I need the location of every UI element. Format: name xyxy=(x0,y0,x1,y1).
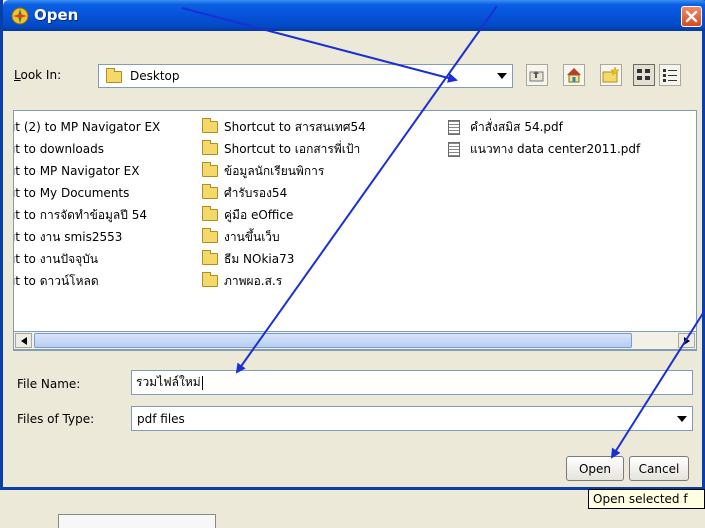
look-in-text: Look In: xyxy=(14,68,62,82)
window-title: Open xyxy=(34,6,79,24)
java-cup-icon xyxy=(11,7,29,25)
list-item[interactable]: ธีม NOkia73 xyxy=(202,248,366,270)
folder-icon xyxy=(202,228,218,243)
chevron-left-icon xyxy=(20,336,27,345)
list-item-label: tut to ดาวน์โหลด xyxy=(14,273,99,288)
look-in-combo[interactable]: Desktop xyxy=(98,64,513,88)
list-item[interactable]: tut to ดาวน์โหลด xyxy=(14,270,160,292)
cancel-button-label: Cancel xyxy=(638,461,680,476)
list-item[interactable]: tut to MP Navigator EX xyxy=(13,160,160,182)
chevron-down-icon[interactable] xyxy=(496,65,508,87)
folder-icon xyxy=(202,118,218,133)
document-icon xyxy=(448,119,460,135)
chevron-down-icon[interactable] xyxy=(676,407,688,430)
list-item[interactable]: ภาพผอ.ส.ร xyxy=(202,270,366,292)
list-item-label: tut to การจัดทำข้อมูลปี 54 xyxy=(13,207,147,222)
background-window-fragment xyxy=(58,514,216,528)
list-item[interactable]: Shortcut to เอกสารพี่เป้า xyxy=(202,138,366,160)
list-item-label: ข้อมูลนักเรียนพิการ xyxy=(224,163,325,178)
file-type-value: pdf files xyxy=(137,412,185,426)
home-button[interactable] xyxy=(563,64,585,86)
folder-icon xyxy=(202,162,218,177)
file-list[interactable]: tut (2) to MP Navigator EX tut to downloa… xyxy=(13,110,697,351)
details-view-button[interactable] xyxy=(659,64,681,86)
details-view-icon xyxy=(663,69,677,82)
list-item-label: Shortcut to เอกสารพี่เป้า xyxy=(224,141,361,156)
list-item[interactable]: คู่มือ eOffice xyxy=(202,204,366,226)
list-item-label: แนวทาง data center2011.pdf xyxy=(470,141,641,156)
list-item[interactable]: งานขึ้นเว็บ xyxy=(202,226,366,248)
folder-icon xyxy=(202,272,218,287)
file-column-1: tut (2) to MP Navigator EX tut to downloa… xyxy=(13,116,161,292)
list-item[interactable]: tut to My Documents xyxy=(13,182,160,204)
file-type-label: Files of Type: xyxy=(17,412,95,426)
folder-icon xyxy=(202,184,218,199)
list-item[interactable]: แนวทาง data center2011.pdf xyxy=(448,138,640,160)
new-folder-button[interactable] xyxy=(600,64,622,86)
file-column-3: คำสั่งสมิส 54.pdf แนวทาง data center2011.… xyxy=(448,116,640,160)
open-button-label: Open xyxy=(578,461,612,476)
list-item[interactable]: tut to การจัดทำข้อมูลปี 54 xyxy=(13,204,160,226)
file-name-value: รวมไฟล์ใหม่ xyxy=(136,375,201,389)
open-dialog: Open Look In: Desktop tut (2) to MP Navi… xyxy=(0,0,705,490)
list-view-icon xyxy=(637,69,650,80)
look-in-label: Look In: xyxy=(14,68,61,82)
file-name-label: File Name: xyxy=(17,377,81,391)
document-icon xyxy=(448,141,460,157)
list-item-label: ศำรับรอง54 xyxy=(224,185,288,200)
list-item-label: คำสั่งสมิส 54.pdf xyxy=(470,119,563,134)
up-one-level-button[interactable] xyxy=(526,64,548,86)
open-button-tooltip: Open selected f xyxy=(588,489,705,509)
list-item-label: ธีม NOkia73 xyxy=(224,251,295,266)
scroll-left-button[interactable] xyxy=(15,333,32,348)
list-view-button[interactable] xyxy=(633,64,655,86)
list-item[interactable]: tut (2) to MP Navigator EX xyxy=(13,116,161,138)
look-in-value: Desktop xyxy=(130,69,180,83)
up-one-level-icon xyxy=(529,71,544,82)
folder-icon xyxy=(106,68,122,83)
text-cursor xyxy=(201,375,203,390)
list-item[interactable]: tut to งานปัจจุบัน xyxy=(14,248,160,270)
file-name-input[interactable]: รวมไฟล์ใหม่ xyxy=(131,370,693,395)
list-item-label: tut to งานปัจจุบัน xyxy=(14,251,98,266)
list-item-label: tut to My Documents xyxy=(13,186,130,200)
folder-icon xyxy=(202,140,218,155)
scroll-right-button[interactable] xyxy=(678,333,695,348)
folder-icon xyxy=(202,206,218,221)
list-item-label: ภาพผอ.ส.ร xyxy=(224,273,283,288)
list-item-label: tut (2) to MP Navigator EX xyxy=(13,120,161,134)
home-icon xyxy=(567,68,581,83)
list-item[interactable]: ข้อมูลนักเรียนพิการ xyxy=(202,160,366,182)
new-folder-icon xyxy=(602,66,620,83)
close-button[interactable] xyxy=(681,6,702,27)
list-item-label: tut to งาน smis2553 xyxy=(13,229,123,244)
close-icon xyxy=(685,10,698,23)
list-item[interactable]: ศำรับรอง54 xyxy=(202,182,366,204)
list-item[interactable]: Shortcut to สารสนเทศ54 xyxy=(202,116,366,138)
list-item-label: คู่มือ eOffice xyxy=(224,207,294,222)
open-button[interactable]: Open xyxy=(566,456,624,481)
file-type-combo[interactable]: pdf files xyxy=(131,406,693,431)
chevron-right-icon xyxy=(683,336,690,345)
list-item[interactable]: tut to downloads xyxy=(13,138,160,160)
title-bar[interactable]: Open xyxy=(3,0,705,31)
list-item-label: tut to MP Navigator EX xyxy=(13,164,140,178)
horizontal-scrollbar[interactable] xyxy=(13,331,697,350)
folder-icon xyxy=(202,250,218,265)
list-item[interactable]: tut to งาน smis2553 xyxy=(13,226,160,248)
file-column-2: Shortcut to สารสนเทศ54 Shortcut to เอกสาร… xyxy=(202,116,366,292)
scrollbar-thumb[interactable] xyxy=(34,333,632,348)
cancel-button[interactable]: Cancel xyxy=(629,456,689,481)
list-item-label: งานขึ้นเว็บ xyxy=(224,229,280,244)
list-item-label: Shortcut to สารสนเทศ54 xyxy=(224,119,366,134)
list-item[interactable]: คำสั่งสมิส 54.pdf xyxy=(448,116,640,138)
list-item-label: tut to downloads xyxy=(13,142,104,156)
